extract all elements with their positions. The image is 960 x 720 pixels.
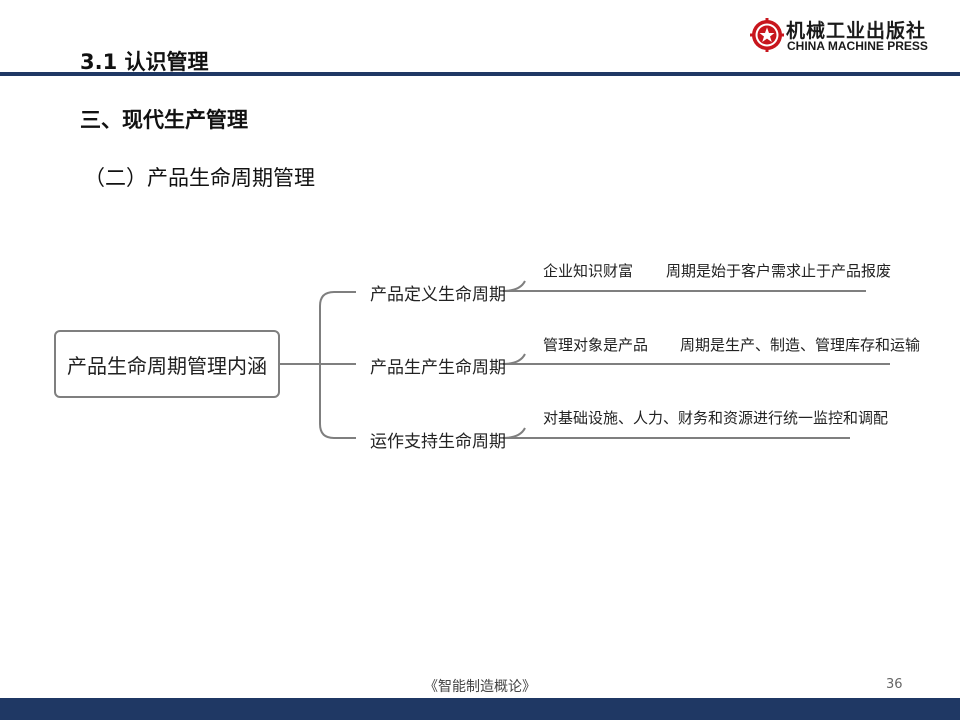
leaf-production-period: 周期是生产、制造、管理库存和运输 xyxy=(680,336,921,354)
footer-book-title: 《智能制造概论》 xyxy=(424,679,536,695)
leaf-knowledge-wealth: 企业知识财富 xyxy=(543,262,634,280)
root-node: 产品生命周期管理内涵 xyxy=(54,330,280,398)
branch-node-production: 产品生产生命周期 xyxy=(370,358,506,378)
branch-2-fork xyxy=(502,353,526,365)
leaf-support-scope: 对基础设施、人力、财务和资源进行统一监控和调配 xyxy=(543,409,889,427)
leaf-definition-period: 周期是始于客户需求止于产品报废 xyxy=(666,262,892,280)
branch-3-fork xyxy=(502,427,526,439)
page-number: 36 xyxy=(886,677,903,692)
branch-node-definition: 产品定义生命周期 xyxy=(370,285,506,305)
footer-bar xyxy=(0,698,960,720)
branch-1-fork xyxy=(502,280,526,292)
leaf-management-object: 管理对象是产品 xyxy=(543,336,649,354)
branch-node-support: 运作支持生命周期 xyxy=(370,432,506,452)
